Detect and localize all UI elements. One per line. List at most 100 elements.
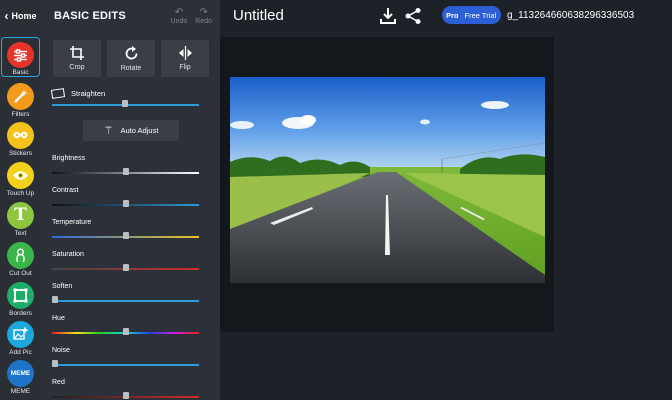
tool-text[interactable]: T Text bbox=[0, 198, 41, 238]
slider-thumb[interactable] bbox=[123, 232, 129, 239]
slider-thumb[interactable] bbox=[52, 360, 58, 367]
redo-icon: ↷ bbox=[199, 6, 208, 18]
slider-track[interactable] bbox=[52, 200, 199, 207]
slider-thumb[interactable] bbox=[122, 100, 128, 107]
straighten-slider[interactable] bbox=[52, 96, 199, 107]
basic-edits-panel: BASIC EDITS ↶ Undo ↷ Redo Crop Rotate Fl… bbox=[41, 0, 258, 400]
slider-thumb[interactable] bbox=[123, 200, 129, 207]
sliders-icon bbox=[7, 42, 34, 68]
tool-basic[interactable]: Basic bbox=[1, 37, 40, 77]
tool-label: Text bbox=[14, 230, 27, 237]
magic-wand-icon: ⚚ bbox=[103, 125, 114, 137]
free-trial-label: Free Trial bbox=[464, 10, 497, 20]
sticker-icon bbox=[7, 122, 34, 149]
flip-label: Flip bbox=[179, 64, 191, 71]
rotate-button[interactable]: Rotate bbox=[107, 40, 155, 77]
slider-track[interactable] bbox=[52, 360, 199, 367]
text-icon: T bbox=[7, 202, 34, 229]
tool-borders[interactable]: Borders bbox=[0, 278, 41, 318]
slider-contrast[interactable]: Contrast bbox=[52, 187, 199, 207]
meme-icon: MEME bbox=[7, 360, 34, 387]
undo-icon: ↶ bbox=[174, 6, 184, 18]
free-trial-button[interactable]: Pro Free Trial bbox=[442, 6, 502, 24]
flip-icon bbox=[178, 46, 192, 60]
undo-redo-group: ↶ Undo ↷ Redo bbox=[170, 6, 212, 25]
share-icon[interactable] bbox=[404, 7, 422, 25]
tool-stickers[interactable]: Stickers bbox=[0, 118, 41, 158]
slider-track[interactable] bbox=[52, 168, 199, 175]
slider-temperature[interactable]: Temperature bbox=[52, 219, 199, 239]
tool-label: Add Pic bbox=[9, 349, 32, 356]
flip-button[interactable]: Flip bbox=[161, 40, 209, 77]
panel-title: BASIC EDITS bbox=[54, 10, 126, 22]
tool-label: Touch Up bbox=[6, 190, 35, 197]
slider-track[interactable] bbox=[52, 392, 199, 399]
slider-soften[interactable]: Soften bbox=[52, 283, 199, 303]
crop-label: Crop bbox=[69, 64, 85, 71]
user-id: g_113264660638296336503 bbox=[507, 10, 635, 21]
redo-button[interactable]: ↷ Redo bbox=[195, 6, 212, 25]
undo-label: Undo bbox=[170, 17, 188, 25]
slider-label: Temperature bbox=[52, 219, 92, 226]
slider-saturation[interactable]: Saturation bbox=[52, 251, 199, 271]
slider-track[interactable] bbox=[52, 296, 199, 303]
slider-brightness[interactable]: Brightness bbox=[52, 155, 199, 175]
canvas-area bbox=[220, 37, 554, 332]
rotate-icon bbox=[125, 45, 137, 59]
auto-adjust-button[interactable]: ⚚ Auto Adjust bbox=[83, 120, 179, 141]
rotate-label: Rotate bbox=[120, 64, 142, 72]
slider-thumb[interactable] bbox=[123, 392, 129, 399]
document-title[interactable]: Untitled bbox=[233, 7, 284, 24]
slider-track[interactable] bbox=[52, 264, 199, 271]
tool-label: Filters bbox=[11, 111, 30, 118]
slider-thumb[interactable] bbox=[123, 328, 129, 335]
road-photo[interactable] bbox=[230, 77, 545, 283]
tool-cut-out[interactable]: Cut Out bbox=[0, 238, 41, 278]
pro-label: Pro bbox=[446, 10, 459, 20]
tool-label: MEME bbox=[10, 388, 31, 395]
slider-label: Soften bbox=[52, 283, 73, 290]
scissors-icon bbox=[7, 242, 34, 269]
tool-rail: ‹ Home Basic Filters Stickers Touch Up T… bbox=[0, 0, 41, 400]
undo-button[interactable]: ↶ Undo bbox=[170, 6, 188, 25]
slider-red[interactable]: Red bbox=[52, 379, 199, 399]
tool-filters[interactable]: Filters bbox=[0, 79, 41, 119]
home-label: Home bbox=[11, 11, 37, 21]
tool-label: Basic bbox=[12, 69, 29, 76]
frame-icon bbox=[7, 282, 34, 309]
panel-header: BASIC EDITS ↶ Undo ↷ Redo bbox=[41, 0, 220, 32]
slider-thumb[interactable] bbox=[52, 296, 58, 303]
slider-thumb[interactable] bbox=[123, 168, 129, 175]
tool-add-pic[interactable]: Add Pic bbox=[0, 317, 41, 357]
auto-adjust-label: Auto Adjust bbox=[120, 126, 159, 135]
slider-label: Noise bbox=[52, 347, 70, 354]
slider-hue[interactable]: Hue bbox=[52, 315, 199, 335]
slider-label: Brightness bbox=[52, 155, 86, 162]
transform-tools: Crop Rotate Flip bbox=[53, 40, 209, 77]
eye-icon bbox=[7, 162, 34, 189]
slider-label: Hue bbox=[52, 315, 65, 322]
slider-track[interactable] bbox=[52, 100, 199, 107]
tool-meme[interactable]: MEME MEME bbox=[0, 356, 41, 396]
slider-track[interactable] bbox=[52, 328, 199, 335]
redo-label: Redo bbox=[195, 17, 212, 25]
top-bar: Untitled Pro Free Trial g_11326466063829… bbox=[220, 0, 672, 32]
photo-editor-app: ‹ Home Basic Filters Stickers Touch Up T… bbox=[0, 0, 672, 400]
chevron-left-icon: ‹ bbox=[4, 9, 9, 23]
crop-icon bbox=[70, 46, 84, 60]
add-picture-icon bbox=[7, 321, 34, 348]
home-button[interactable]: ‹ Home bbox=[0, 0, 41, 32]
slider-label: Red bbox=[52, 379, 65, 386]
crop-button[interactable]: Crop bbox=[53, 40, 101, 77]
tool-label: Borders bbox=[9, 310, 32, 317]
slider-thumb[interactable] bbox=[123, 264, 129, 271]
slider-label: Saturation bbox=[52, 251, 84, 258]
slider-track[interactable] bbox=[52, 232, 199, 239]
magic-wand-icon bbox=[7, 83, 34, 110]
tool-label: Stickers bbox=[8, 150, 33, 157]
workspace: Untitled Pro Free Trial g_11326466063829… bbox=[220, 0, 672, 400]
slider-label: Contrast bbox=[52, 187, 79, 194]
download-icon[interactable] bbox=[379, 7, 397, 25]
slider-noise[interactable]: Noise bbox=[52, 347, 199, 367]
tool-touch-up[interactable]: Touch Up bbox=[0, 158, 41, 198]
